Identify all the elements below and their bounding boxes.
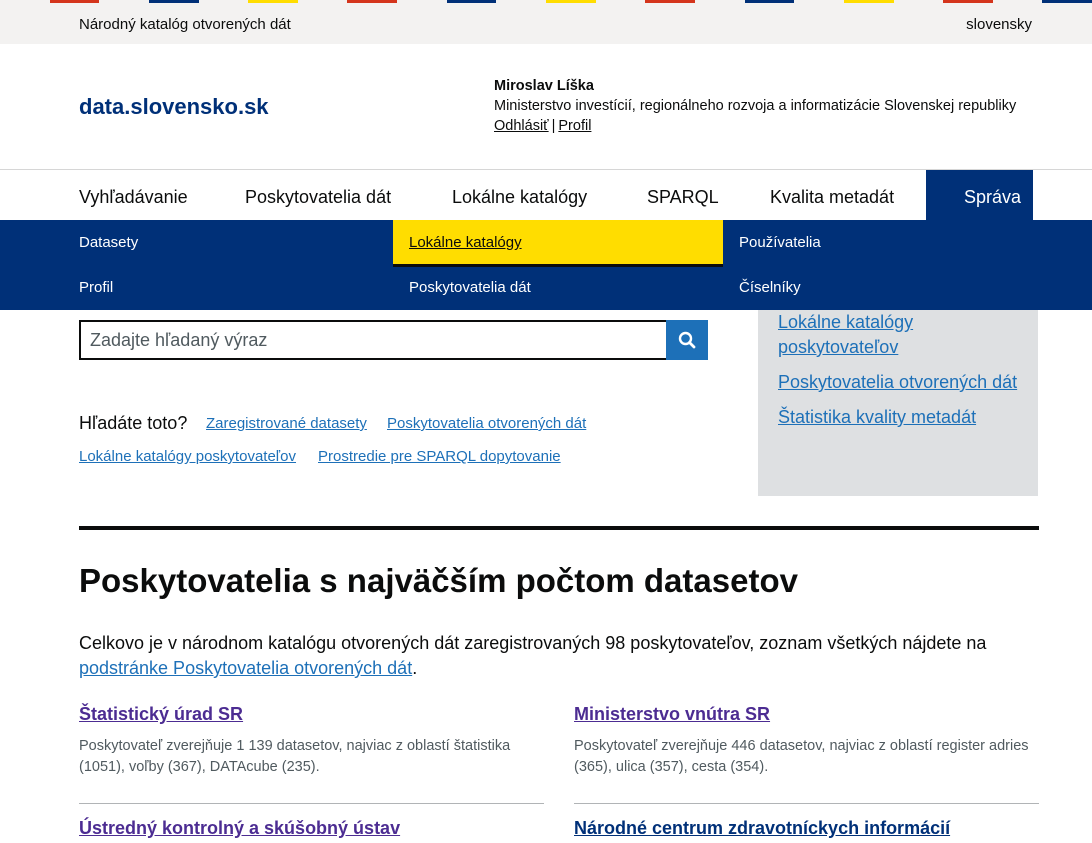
intro-end: .	[412, 658, 418, 678]
intro-text: Celkovo je v národnom katalógu otvorenýc…	[79, 633, 987, 653]
hint-link-datasets[interactable]: Zaregistrované datasety	[206, 415, 367, 432]
intro-link[interactable]: podstránke Poskytovatelia otvorených dát	[79, 658, 412, 678]
search-button[interactable]	[666, 320, 708, 360]
provider-desc: Poskytovateľ zverejňuje 1 139 datasetov,…	[79, 738, 511, 775]
user-info: Miroslav Líška Ministerstvo investícií, …	[494, 76, 1016, 136]
provider-desc: Poskytovateľ zverejňuje 446 datasetov, n…	[574, 738, 1029, 775]
nav-search[interactable]: Vyhľadávanie	[79, 170, 188, 220]
hint-link-providers[interactable]: Poskytovatelia otvorených dát	[387, 415, 586, 432]
search-form: Zadajte hľadaný výraz	[79, 320, 708, 360]
nav-admin[interactable]: Správa	[926, 170, 1033, 253]
search-icon	[678, 331, 696, 349]
profile-link[interactable]: Profil	[558, 118, 591, 134]
submenu-local-catalogs[interactable]: Lokálne katalógy	[393, 220, 723, 264]
provider-name[interactable]: Ústredný kontrolný a skúšobný ústav	[79, 818, 544, 839]
nav-sparql[interactable]: SPARQL	[647, 170, 719, 220]
provider-card: Ústredný kontrolný a skúšobný ústav	[79, 818, 544, 839]
provider-card: Štatistický úrad SR Poskytovateľ zverejň…	[79, 704, 544, 778]
admin-submenu: Datasety Lokálne katalógy Používatelia P…	[0, 220, 1092, 310]
search-input[interactable]: Zadajte hľadaný výraz	[79, 320, 666, 360]
user-organization: Ministerstvo investícií, regionálneho ro…	[494, 98, 1017, 114]
provider-card: Ministerstvo vnútra SR Poskytovateľ zver…	[574, 704, 1039, 778]
section-title: Poskytovatelia s najväčším počtom datase…	[79, 562, 798, 599]
submenu-profile[interactable]: Profil	[79, 279, 113, 296]
logout-link[interactable]: Odhlásiť	[494, 118, 549, 134]
hint-label: Hľadáte toto?	[79, 413, 188, 433]
card-divider	[79, 803, 544, 804]
nav-data-providers[interactable]: Poskytovatelia dát	[245, 170, 391, 220]
separator: |	[551, 118, 556, 134]
card-divider	[574, 803, 1039, 804]
submenu-users[interactable]: Používatelia	[739, 234, 821, 251]
sidebar-box: Lokálne katalógy poskytovateľov Poskytov…	[758, 310, 1038, 496]
section-intro: Celkovo je v národnom katalógu otvorenýc…	[79, 631, 1039, 681]
provider-name[interactable]: Národné centrum zdravotníckych informáci…	[574, 818, 1039, 839]
user-name: Miroslav Líška	[494, 78, 594, 94]
header: data.slovensko.sk Miroslav Líška Ministe…	[0, 44, 1092, 170]
nav-metadata-quality[interactable]: Kvalita metadát	[770, 170, 894, 220]
nav-local-catalogs[interactable]: Lokálne katalógy	[452, 170, 587, 220]
submenu-data-providers[interactable]: Poskytovatelia dát	[409, 279, 531, 296]
site-name: Národný katalóg otvorených dát	[79, 16, 291, 33]
section-divider	[79, 526, 1039, 530]
nav-admin-label: Správa	[964, 187, 1022, 207]
sidebar-link-quality[interactable]: Štatistika kvality metadát	[778, 405, 1018, 430]
main-nav: Vyhľadávanie Poskytovatelia dát Lokálne …	[0, 170, 1092, 253]
language-switch[interactable]: slovensky	[966, 16, 1032, 33]
submenu-datasets[interactable]: Datasety	[79, 234, 138, 251]
provider-name[interactable]: Ministerstvo vnútra SR	[574, 704, 1039, 725]
hint-link-local-catalogs[interactable]: Lokálne katalógy poskytovateľov	[79, 448, 296, 465]
provider-name[interactable]: Štatistický úrad SR	[79, 704, 544, 725]
sidebar-link-local-catalogs[interactable]: Lokálne katalógy poskytovateľov	[778, 310, 1018, 360]
logo[interactable]: data.slovensko.sk	[79, 94, 269, 120]
provider-card: Národné centrum zdravotníckych informáci…	[574, 818, 1039, 839]
top-bar: Národný katalóg otvorených dát slovensky	[0, 3, 1092, 44]
sidebar-link-providers[interactable]: Poskytovatelia otvorených dát	[778, 370, 1018, 395]
submenu-codelists[interactable]: Číselníky	[739, 279, 801, 296]
hint-link-sparql[interactable]: Prostredie pre SPARQL dopytovanie	[318, 448, 561, 465]
